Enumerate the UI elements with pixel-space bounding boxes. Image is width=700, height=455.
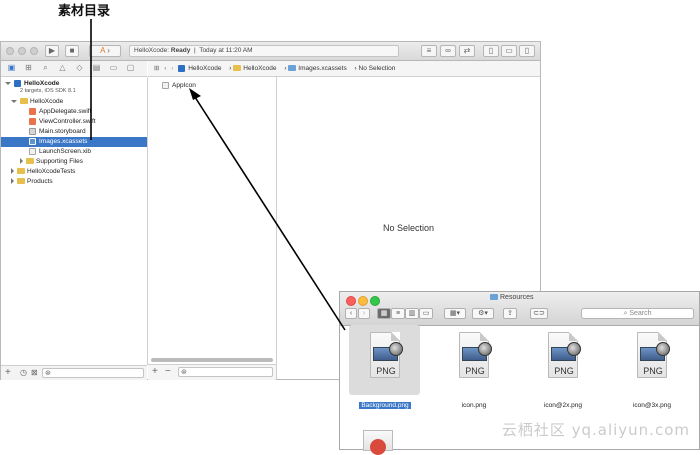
annotation-arrows [90, 19, 346, 331]
drag-arrow-line [192, 93, 346, 331]
drag-arrow-head [189, 88, 201, 100]
watermark: 云栖社区 yq.aliyun.com [501, 421, 690, 439]
